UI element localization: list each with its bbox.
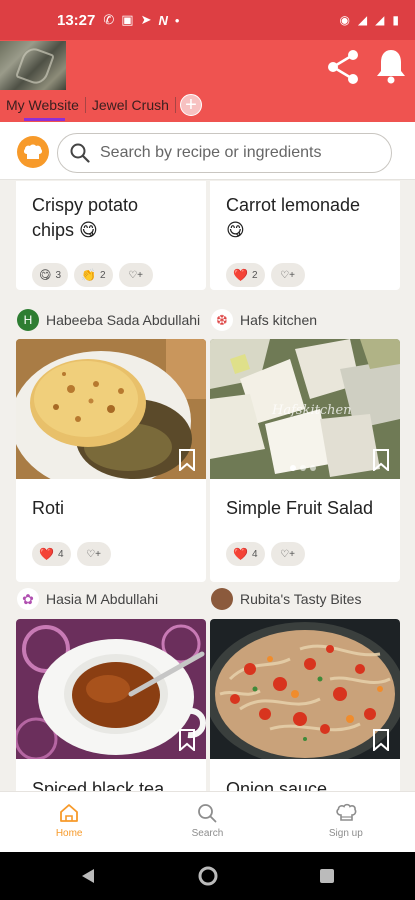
- recipe-card[interactable]: Crispy potato chips 😋 😋 3 👏 2 ♡+: [16, 181, 206, 290]
- avatar: ❆: [211, 309, 233, 331]
- website-thumbnail[interactable]: [0, 41, 66, 90]
- avatar: [211, 588, 233, 610]
- bell-icon[interactable]: [374, 48, 408, 84]
- bottom-nav: Home Search Sign up: [0, 791, 415, 852]
- recipe-card[interactable]: Roti ❤️ 4 ♡+: [16, 339, 206, 582]
- author-name: Rubita's Tasty Bites: [240, 591, 362, 607]
- eye-icon: ◉: [339, 13, 350, 27]
- clock: 13:27: [57, 11, 96, 29]
- author-row[interactable]: ✿ Hasia M Abdullahi: [17, 586, 158, 612]
- home-button-icon[interactable]: [198, 866, 218, 886]
- nav-sign-up[interactable]: Sign up: [277, 792, 415, 852]
- tab-divider: [174, 97, 176, 113]
- telegram-icon: ➤: [140, 12, 152, 27]
- avatar: ✿: [17, 588, 39, 610]
- author-name: Hasia M Abdullahi: [46, 591, 159, 607]
- search-input[interactable]: [100, 144, 370, 162]
- recipe-photo[interactable]: [210, 619, 400, 759]
- system-nav-bar: [0, 852, 415, 900]
- recipe-photo[interactable]: [16, 339, 206, 479]
- browser-tabs: My Website Jewel Crush +: [0, 91, 202, 121]
- nav-label: Home: [55, 828, 83, 839]
- search-bar[interactable]: [57, 133, 392, 173]
- recents-icon[interactable]: [320, 869, 334, 883]
- add-reaction-icon[interactable]: ♡+: [118, 263, 153, 287]
- recipe-card[interactable]: Onion sauce: [210, 619, 400, 791]
- app-header: My Website Jewel Crush +: [0, 40, 415, 122]
- recipe-photo[interactable]: Hafskitchen: [210, 339, 400, 479]
- photo-pager-dots: [290, 465, 316, 471]
- bookmark-icon[interactable]: [178, 729, 196, 751]
- search-row: [0, 122, 415, 180]
- nav-search[interactable]: Search: [138, 792, 276, 852]
- recipe-photo[interactable]: [16, 619, 206, 759]
- status-bar: 13:27 ✆ ▣ ➤ N • ◉ ◢ ◢ ▮: [0, 0, 415, 40]
- reaction-yum[interactable]: 😋 3: [32, 263, 69, 287]
- tab-jewel-crush[interactable]: Jewel Crush: [86, 94, 175, 116]
- recipe-card[interactable]: Carrot lemonade 😋 ❤️ 2 ♡+: [210, 181, 400, 290]
- recipe-title: Carrot lemonade 😋: [226, 195, 361, 240]
- add-reaction-icon[interactable]: ♡+: [270, 542, 305, 566]
- author-row[interactable]: H Habeeba Sada Abdullahi: [17, 307, 200, 333]
- recipe-title: Onion sauce: [226, 779, 328, 791]
- author-row[interactable]: ❆ Hafs kitchen: [211, 307, 317, 333]
- nav-home[interactable]: Home: [0, 792, 138, 852]
- reaction-heart[interactable]: ❤️ 4: [226, 542, 265, 566]
- avatar: H: [17, 309, 39, 331]
- recipe-title: Spiced black tea: [32, 779, 165, 791]
- reactions-row: 😋 3 👏 2 ♡+: [32, 263, 153, 287]
- reactions-row: ❤️ 4 ♡+: [226, 542, 305, 566]
- back-icon[interactable]: [82, 869, 94, 883]
- nav-label: Search: [191, 828, 224, 839]
- add-reaction-icon[interactable]: ♡+: [270, 263, 305, 287]
- reaction-clap[interactable]: 👏 2: [74, 263, 113, 287]
- n-app-icon: N: [158, 12, 168, 28]
- add-tab-icon[interactable]: +: [179, 94, 202, 116]
- dot-icon: •: [174, 12, 180, 28]
- add-reaction-icon[interactable]: ♡+: [76, 542, 111, 566]
- search-icon: [70, 143, 90, 163]
- recipe-feed[interactable]: Crispy potato chips 😋 😋 3 👏 2 ♡+ Carrot le…: [0, 181, 415, 791]
- bookmark-icon[interactable]: [178, 449, 196, 471]
- whatsapp-icon: ✆: [103, 12, 115, 27]
- recipe-title: Simple Fruit Salad: [226, 498, 374, 518]
- reactions-row: ❤️ 4 ♡+: [32, 542, 111, 566]
- author-name: Hafs kitchen: [240, 312, 318, 328]
- author-row[interactable]: Rubita's Tasty Bites: [211, 586, 361, 612]
- nav-label: Sign up: [328, 828, 363, 839]
- news-icon: ▣: [121, 12, 134, 27]
- reactions-row: ❤️ 2 ♡+: [226, 263, 305, 287]
- reaction-heart[interactable]: ❤️ 2: [226, 263, 265, 287]
- tab-my-website[interactable]: My Website: [0, 94, 85, 121]
- signal-icon: ◢: [375, 13, 385, 27]
- chef-hat-icon: [23, 144, 43, 159]
- signal-icon: ◢: [357, 13, 368, 27]
- recipe-title: Crispy potato chips 😋: [32, 195, 139, 240]
- chef-hat-icon: [336, 803, 357, 821]
- home-icon: [60, 804, 79, 822]
- recipe-title: Roti: [32, 498, 65, 518]
- bookmark-icon[interactable]: [372, 449, 390, 471]
- share-icon[interactable]: [324, 48, 362, 86]
- author-name: Habeeba Sada Abdullahi: [46, 312, 201, 328]
- recipe-card[interactable]: Spiced black tea: [16, 619, 206, 791]
- photo-watermark: Hafskitchen: [271, 403, 352, 418]
- search-icon: [198, 804, 217, 823]
- recipe-card[interactable]: Hafskitchen Simple Fruit Salad ❤️ 4 ♡+: [210, 339, 400, 582]
- cookpad-logo-icon[interactable]: [17, 136, 49, 168]
- bookmark-icon[interactable]: [372, 729, 390, 751]
- reaction-heart[interactable]: ❤️ 4: [32, 542, 71, 566]
- battery-icon: ▮: [392, 13, 399, 27]
